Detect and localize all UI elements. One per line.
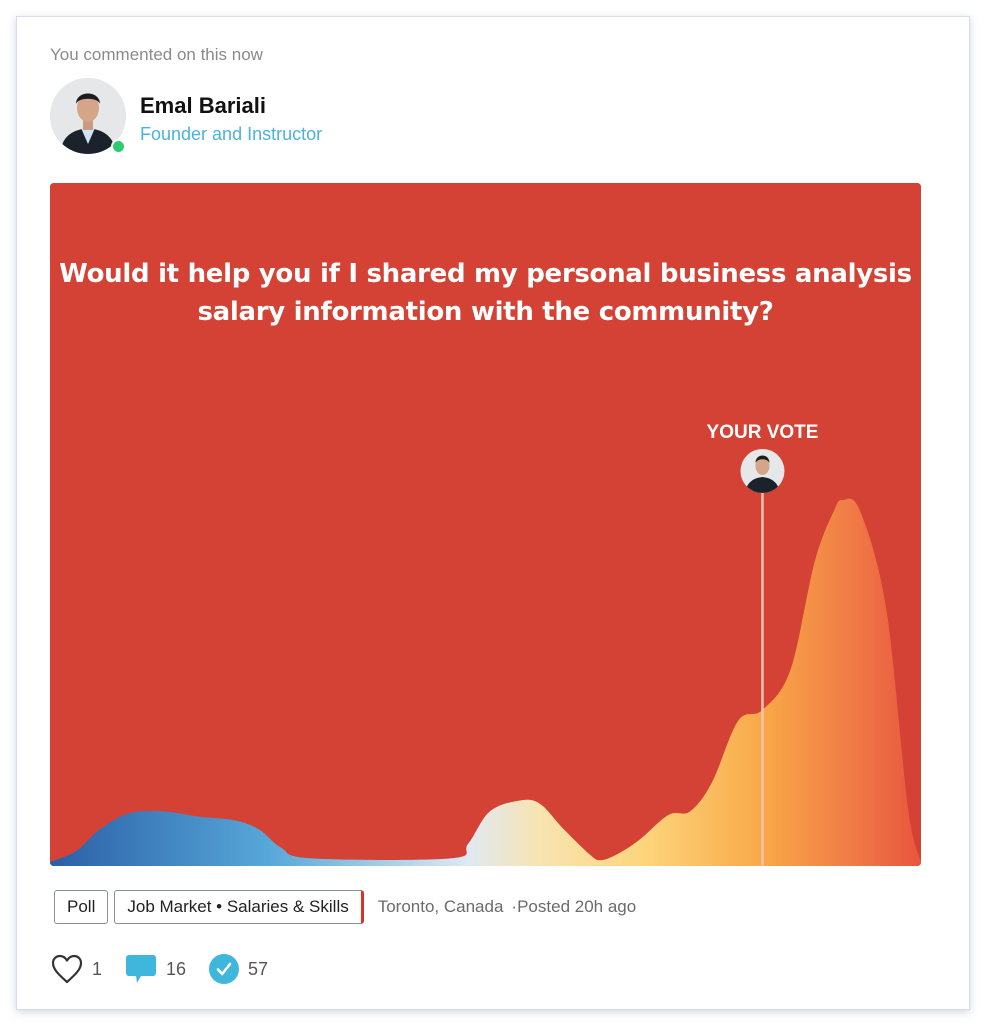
like-button[interactable]: 1 xyxy=(50,953,102,985)
post-location: Toronto, Canada xyxy=(377,897,504,916)
distribution-baseline xyxy=(50,862,921,866)
comment-count: 16 xyxy=(166,958,187,979)
tag-poll[interactable]: Poll xyxy=(54,890,109,924)
author-role: Founder and Instructor xyxy=(140,124,323,144)
online-status-indicator xyxy=(111,139,126,154)
comment-button[interactable]: 16 xyxy=(124,952,186,986)
post-time: Posted 20h ago xyxy=(517,897,637,916)
comment-icon xyxy=(126,955,157,983)
post-actions: 1 16 57 xyxy=(50,952,290,986)
like-count: 1 xyxy=(92,958,103,979)
poll-chart[interactable]: YOUR VOTE Would it help you if I shared … xyxy=(50,183,921,866)
heart-icon xyxy=(51,954,83,984)
vote-count: 57 xyxy=(248,958,269,979)
your-vote-label: YOUR VOTE xyxy=(707,422,819,443)
activity-label: You commented on this now xyxy=(50,45,263,64)
tag-topic[interactable]: Job Market • Salaries & Skills xyxy=(114,890,364,924)
author-name[interactable]: Emal Bariali xyxy=(140,93,266,119)
vote-button[interactable]: 57 xyxy=(208,953,268,985)
poll-question: Would it help you if I shared my persona… xyxy=(59,259,912,327)
post-tags: Poll Job Market • Salaries & Skills Toro… xyxy=(54,890,636,924)
checkmark-circle-icon xyxy=(209,954,240,984)
